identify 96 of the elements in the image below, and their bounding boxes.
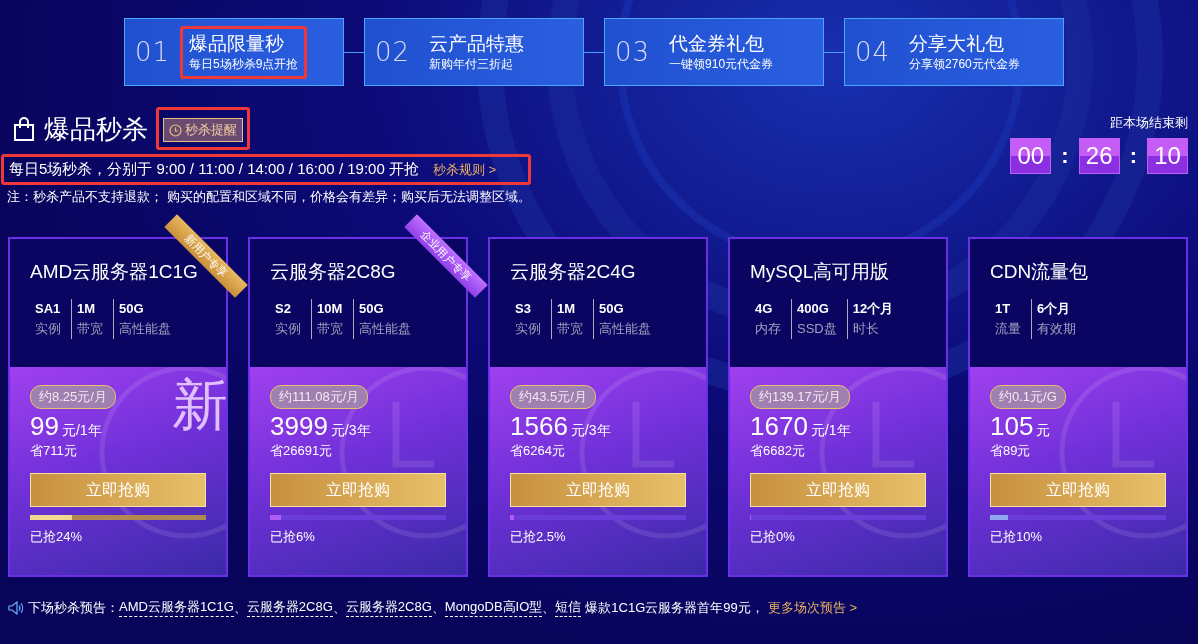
unit-price-badge: 约139.17元/月	[750, 385, 851, 409]
spec-label: 实例	[515, 320, 541, 338]
step-title: 云产品特惠	[429, 31, 525, 56]
product-title: 云服务器2C8G	[270, 260, 396, 284]
spec-value: S3	[515, 300, 532, 318]
ticker-label: 下场秒杀预告：	[28, 598, 119, 617]
step-subtitle: 一键领910元代金券	[669, 55, 774, 73]
preview-link[interactable]: 云服务器2C8G	[345, 598, 432, 617]
sold-percent: 已抢24%	[30, 528, 84, 546]
spec-label: 实例	[35, 320, 61, 338]
step-subtitle: 新购年付三折起	[429, 55, 515, 73]
unit-price-badge: 约0.1元/G	[990, 385, 1066, 409]
sold-percent: 已抢0%	[750, 528, 796, 546]
unit-price-badge: 约43.5元/月	[510, 385, 596, 409]
rules-link[interactable]: 秒杀规则 >	[432, 160, 497, 179]
saving-text: 省89元	[990, 442, 1032, 460]
preview-link[interactable]: 云服务器2C8G	[246, 598, 333, 617]
step-subtitle: 分享领2760元代金券	[909, 55, 1020, 73]
ticker-text: 爆款1C1G云服务器首年99元，	[585, 598, 764, 617]
countdown-digits: 26	[1078, 138, 1120, 174]
spec-value: 6个月	[1037, 300, 1072, 318]
sold-percent: 已抢2.5%	[510, 528, 567, 546]
price: 1566	[510, 411, 568, 441]
spec-value: 1M	[77, 300, 97, 318]
price-unit: 元	[1036, 422, 1051, 440]
spec-value: 400G	[797, 300, 830, 318]
product-title: CDN流量包	[990, 260, 1089, 284]
price-unit: 元/3年	[570, 422, 611, 440]
sold-percent: 已抢6%	[270, 528, 316, 546]
sold-percent: 已抢10%	[990, 528, 1044, 546]
step-number: 03	[615, 37, 651, 67]
spec-label: 带宽	[317, 320, 343, 338]
spec-label: 高性能盘	[359, 320, 411, 338]
saving-text: 省26691元	[270, 442, 334, 460]
price-unit: 元/1年	[61, 422, 102, 440]
spec-value: SA1	[35, 300, 61, 318]
spec-value: 1T	[995, 300, 1012, 318]
price: 99	[30, 411, 59, 441]
shopping-bag-icon	[12, 115, 36, 142]
more-link[interactable]: 更多场次预告 >	[767, 598, 857, 617]
clock-icon	[169, 123, 182, 137]
step-title: 代金券礼包	[669, 31, 766, 56]
separator-text: 、	[431, 598, 445, 617]
schedule-text: 每日5场秒杀，分别于 9:00 / 11:00 / 14:00 / 16:00 / 19:00 开抢	[9, 160, 419, 179]
countdown-separator: :	[1129, 143, 1137, 169]
product-title: MySQL高可用版	[750, 260, 890, 284]
step-subtitle: 每日5场秒杀9点开抢	[189, 55, 299, 73]
spec-label: 流量	[995, 320, 1021, 338]
step-title: 分享大礼包	[909, 31, 1006, 56]
saving-text: 省6682元	[750, 442, 806, 460]
price: 3999	[270, 411, 328, 441]
spec-value: S2	[275, 300, 292, 318]
spec-value: 10M	[317, 300, 343, 318]
countdown-digits: 10	[1147, 138, 1188, 174]
price: 1670	[750, 411, 808, 441]
spec-label: 带宽	[557, 320, 583, 338]
separator-text: 、	[233, 598, 247, 617]
emblem-text: 新	[172, 375, 226, 435]
countdown-label: 距本场结束剩	[1110, 114, 1188, 132]
spec-label: 高性能盘	[119, 320, 171, 338]
spec-value: 50G	[599, 300, 625, 318]
unit-price-badge: 约111.08元/月	[270, 385, 369, 409]
spec-value: 12个月	[852, 300, 894, 318]
spec-value: 50G	[119, 300, 145, 318]
speaker-icon	[8, 600, 24, 615]
spec-label: 时长	[852, 320, 880, 338]
remind-button[interactable]: 秒杀提醒	[163, 118, 243, 142]
spec-value: 50G	[359, 300, 385, 318]
spec-label: 带宽	[77, 320, 103, 338]
spec-label: 内存	[755, 320, 781, 338]
price-unit: 元/3年	[330, 422, 371, 440]
price: 105	[990, 411, 1034, 441]
spec-value: 4G	[755, 300, 774, 318]
step-number: 04	[855, 37, 891, 67]
note-text: 注：秒杀产品不支持退款； 购买的配置和区域不同，价格会有差异；购买后无法调整区域。	[6, 188, 531, 206]
spec-label: 高性能盘	[599, 320, 651, 338]
preview-link[interactable]: 短信	[555, 598, 582, 617]
step-number: 02	[375, 37, 411, 67]
countdown-digits: 00	[1010, 138, 1052, 174]
spec-label: 有效期	[1037, 320, 1076, 338]
separator-text: 、	[542, 598, 556, 617]
step-number: 01	[135, 37, 171, 67]
saving-text: 省6264元	[510, 442, 566, 460]
step-title: 爆品限量秒	[189, 31, 286, 56]
countdown-separator: :	[1061, 143, 1069, 169]
preview-link[interactable]: MongoDB高IO型	[444, 598, 543, 617]
preview-link[interactable]: AMD云服务器1C1G	[119, 598, 234, 617]
price-unit: 元/1年	[810, 422, 851, 440]
saving-text: 省711元	[30, 442, 78, 460]
unit-price-badge: 约8.25元/月	[30, 385, 116, 409]
spec-value: 1M	[557, 300, 577, 318]
spec-label: 实例	[275, 320, 301, 338]
separator-text: 、	[332, 598, 346, 617]
product-title: 云服务器2C4G	[510, 260, 636, 284]
section-title: 爆品秒杀	[44, 112, 148, 146]
spec-label: SSD盘	[797, 320, 837, 338]
